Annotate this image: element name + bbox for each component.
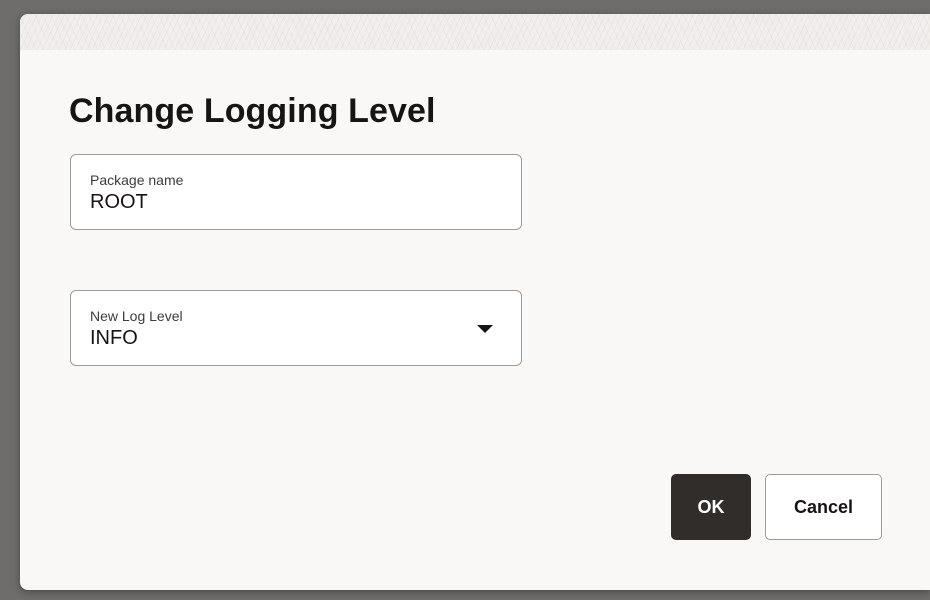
caret-down-icon[interactable] [477, 325, 493, 333]
dialog-title: Change Logging Level [69, 92, 436, 130]
change-logging-level-dialog: Change Logging Level Package name New Lo… [20, 14, 930, 590]
ok-button[interactable]: OK [671, 474, 751, 540]
log-level-value: INFO [90, 327, 138, 349]
package-name-label: Package name [90, 172, 184, 188]
dialog-header-strip [20, 14, 930, 50]
log-level-label: New Log Level [90, 308, 183, 324]
cancel-button[interactable]: Cancel [765, 474, 882, 540]
package-name-input[interactable] [90, 191, 490, 214]
package-name-field[interactable]: Package name [70, 154, 522, 230]
log-level-select[interactable]: New Log Level INFO [70, 290, 522, 366]
